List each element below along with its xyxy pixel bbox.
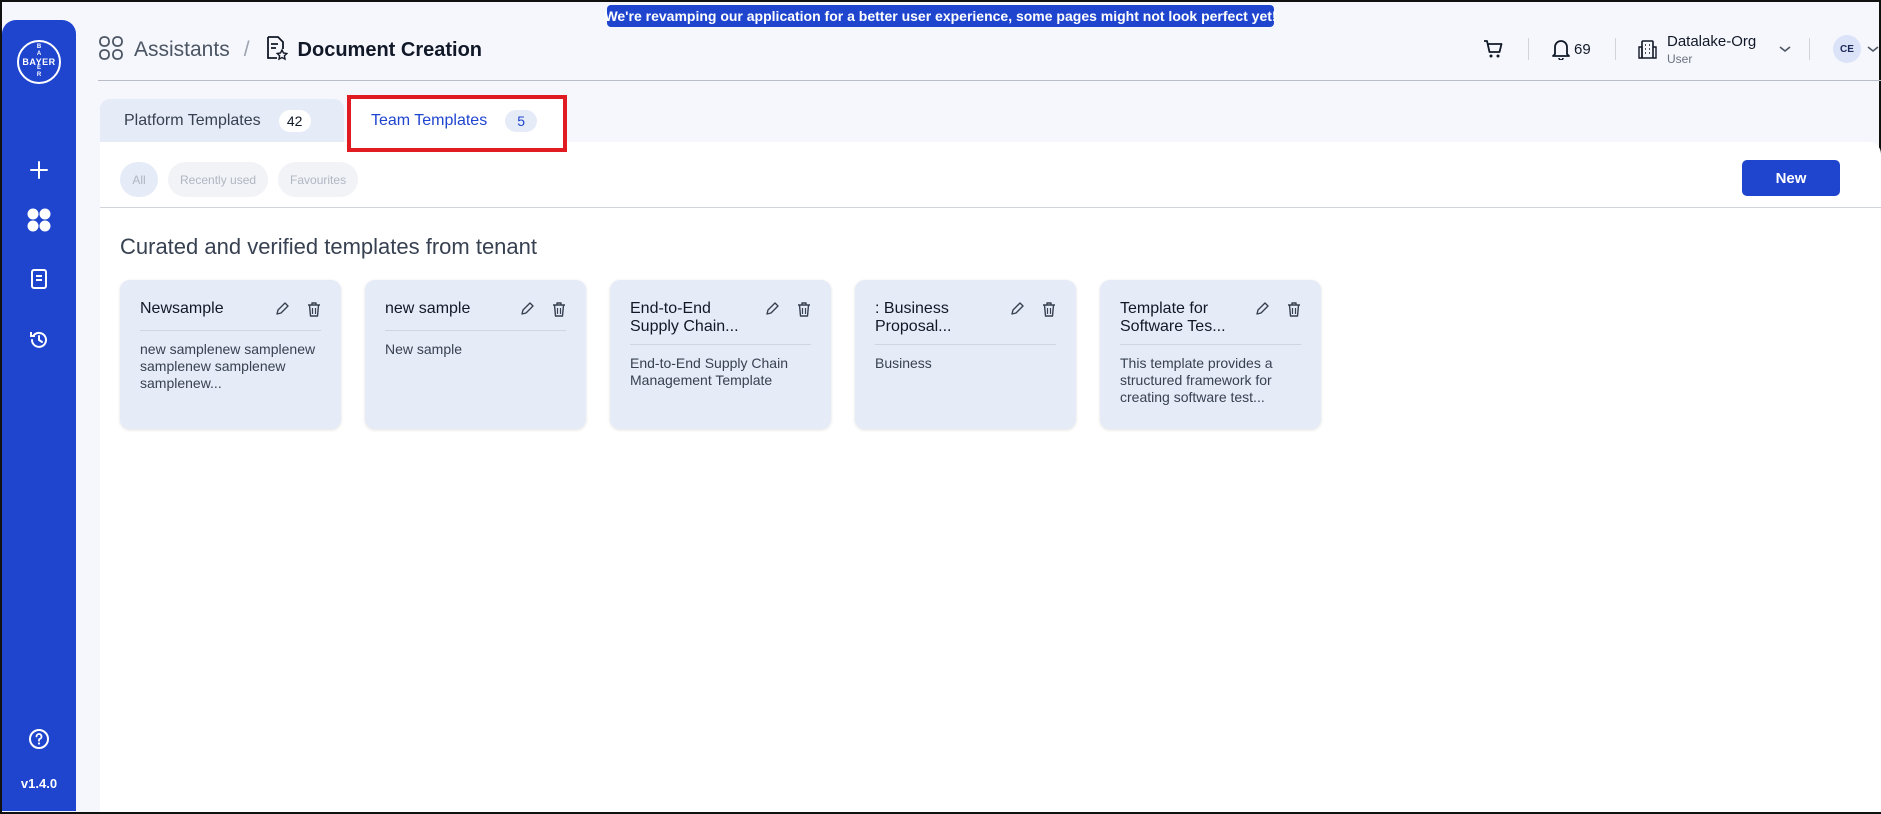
template-card[interactable]: : Business Proposal... Business (855, 280, 1076, 429)
org-switcher[interactable]: Datalake-Org User (1637, 32, 1792, 66)
header-divider (1809, 38, 1810, 60)
card-divider (1120, 344, 1301, 345)
notification-count: 69 (1574, 40, 1591, 58)
notifications-button[interactable]: 69 (1551, 32, 1591, 66)
header-divider (1528, 38, 1529, 60)
cart-icon (1484, 40, 1503, 58)
logo-text: BAYER (22, 57, 56, 67)
document-icon[interactable] (25, 265, 53, 293)
building-icon (1638, 40, 1657, 59)
card-description: Business (875, 355, 932, 371)
edit-icon[interactable] (763, 300, 781, 318)
edit-icon[interactable] (273, 300, 291, 318)
filter-all[interactable]: All (120, 162, 158, 197)
card-title: End-to-End Supply Chain... (630, 300, 739, 335)
card-divider (875, 344, 1056, 345)
card-divider (385, 330, 566, 331)
apps-grid-icon[interactable] (25, 206, 53, 234)
card-actions (518, 300, 568, 318)
edit-icon[interactable] (518, 300, 536, 318)
plus-icon[interactable] (25, 156, 53, 184)
header-divider-line (98, 80, 1881, 81)
tab-count-badge: 5 (505, 109, 538, 132)
filter-recently-used[interactable]: Recently used (168, 162, 269, 197)
announcement-banner: We're revamping our application for a be… (604, 5, 1277, 27)
card-actions (1008, 300, 1058, 318)
template-card[interactable]: Newsample new samplenew samplenew sample… (120, 280, 341, 429)
avatar: CE (1833, 35, 1861, 63)
sidebar: BAER BAYER v1.4.0 (2, 20, 76, 811)
template-card[interactable]: End-to-End Supply Chain... End-to-End Su… (610, 280, 831, 429)
card-title: : Business Proposal... (875, 300, 952, 335)
card-title: Template for Software Tes... (1120, 300, 1226, 335)
breadcrumb: Assistants / Document Creation (98, 35, 482, 65)
breadcrumb-assistants-link[interactable]: Assistants (134, 38, 230, 62)
filter-chips: All Recently used Favourites (120, 162, 359, 197)
trash-icon[interactable] (1285, 300, 1303, 318)
tab-team-templates[interactable]: Team Templates 5 (347, 99, 566, 142)
history-icon[interactable] (25, 326, 53, 354)
panel-divider (100, 207, 1881, 208)
card-description: This template provides a structured fram… (1120, 355, 1273, 405)
new-template-button[interactable]: New (1742, 160, 1840, 196)
trash-icon[interactable] (795, 300, 813, 318)
card-divider (630, 344, 811, 345)
org-role: User (1667, 51, 1693, 66)
cart-button[interactable] (1482, 32, 1504, 66)
bayer-logo[interactable]: BAER BAYER (17, 40, 61, 84)
card-divider (140, 330, 321, 331)
tab-label: Team Templates (371, 111, 488, 129)
header-divider (1615, 38, 1616, 60)
card-actions (273, 300, 323, 318)
page-title: Document Creation (297, 38, 483, 61)
trash-icon[interactable] (305, 300, 323, 318)
chevron-down-icon (1867, 46, 1879, 53)
org-name: Datalake-Org (1667, 32, 1757, 50)
tab-label: Platform Templates (124, 111, 261, 129)
app-version: v1.4.0 (20, 776, 58, 791)
help-icon[interactable] (25, 725, 53, 753)
filter-favourites[interactable]: Favourites (278, 162, 359, 197)
tab-platform-templates[interactable]: Platform Templates 42 (100, 99, 344, 142)
card-title: new sample (385, 300, 471, 317)
card-description: End-to-End Supply Chain Management Templ… (630, 355, 788, 388)
assistants-grid-icon (98, 35, 124, 66)
card-actions (1253, 300, 1303, 318)
trash-icon[interactable] (1040, 300, 1058, 318)
template-card[interactable]: Template for Software Tes... This templa… (1100, 280, 1321, 429)
tab-count-badge: 42 (278, 109, 311, 132)
card-description: new samplenew samplenew samplenew sample… (140, 341, 316, 391)
chevron-down-icon (1779, 46, 1791, 53)
breadcrumb-separator: / (243, 38, 250, 61)
trash-icon[interactable] (550, 300, 568, 318)
section-title: Curated and verified templates from tena… (120, 234, 538, 259)
document-creation-icon (264, 35, 288, 66)
card-actions (763, 300, 813, 318)
edit-icon[interactable] (1253, 300, 1271, 318)
template-card[interactable]: new sample New sample (365, 280, 586, 429)
edit-icon[interactable] (1008, 300, 1026, 318)
card-title: Newsample (140, 300, 224, 317)
card-description: New sample (385, 341, 463, 357)
user-menu[interactable]: CE (1833, 32, 1879, 66)
bell-icon (1552, 40, 1570, 60)
